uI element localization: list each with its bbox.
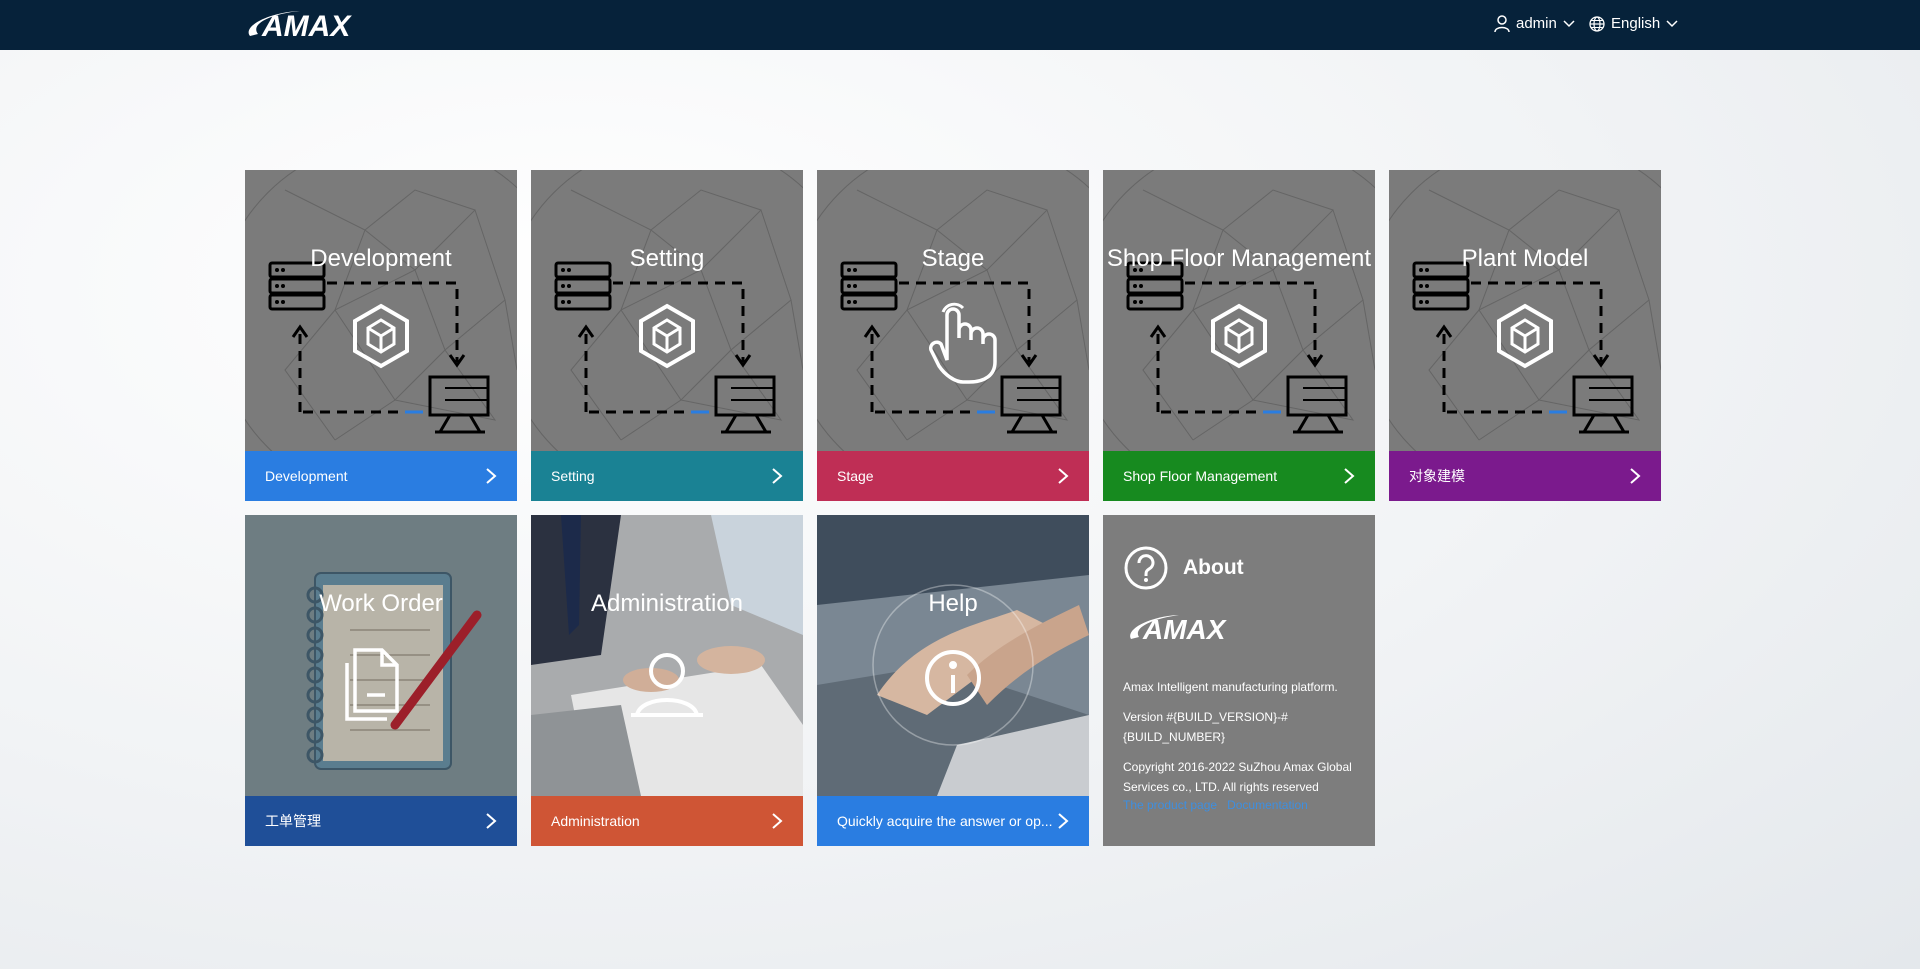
- logo-text: AMAX: [261, 10, 352, 43]
- tile-help[interactable]: Help Quickly acquire the answer or op...: [817, 515, 1089, 846]
- handshake-photo-illustration: [817, 515, 1089, 796]
- tile-footer-label: Administration: [551, 813, 640, 829]
- about-copyright: Copyright 2016-2022 SuZhou Amax Global S…: [1123, 757, 1363, 797]
- tile-title: Help: [928, 590, 978, 617]
- tile-title: Shop Floor Management: [1106, 245, 1372, 272]
- tile-footer-label: 对象建模: [1409, 468, 1465, 484]
- question-circle-icon: [1124, 546, 1168, 590]
- chevron-right-icon: [772, 468, 783, 484]
- flow-diagram-illustration: [531, 170, 803, 451]
- version-line: {BUILD_NUMBER}: [1123, 730, 1226, 744]
- product-page-link[interactable]: The product page: [1123, 798, 1217, 812]
- chevron-right-icon: [486, 813, 497, 829]
- cube-icon: [639, 304, 695, 368]
- chevron-right-icon: [486, 468, 497, 484]
- about-header: About: [1123, 545, 1244, 591]
- copyright-line: Copyright 2016-2022 SuZhou Amax Global: [1123, 760, 1352, 774]
- user-name: admin: [1516, 15, 1557, 32]
- tile-setting[interactable]: Setting Setting: [531, 170, 803, 501]
- tile-footer-link[interactable]: 工单管理: [245, 796, 517, 846]
- copyright-line: Services co., LTD. All rights reserved: [1123, 780, 1319, 794]
- flow-diagram-illustration: [1389, 170, 1661, 451]
- tile-footer-label: Setting: [551, 468, 595, 484]
- tile-title: Administration: [590, 590, 744, 617]
- chevron-down-icon: [1666, 19, 1678, 27]
- office-photo-illustration: [531, 515, 803, 796]
- tile-footer-link[interactable]: Quickly acquire the answer or op...: [817, 796, 1089, 846]
- tile-title: Work Order: [319, 590, 443, 617]
- tile-development[interactable]: Development Development: [245, 170, 517, 501]
- tile-footer-link[interactable]: Stage: [817, 451, 1089, 501]
- tile-footer-link[interactable]: 对象建模: [1389, 451, 1661, 501]
- documentation-link[interactable]: Documentation: [1227, 798, 1308, 812]
- tile-title: Development: [310, 245, 452, 272]
- cube-icon: [353, 304, 409, 368]
- amax-logo: AMAX: [1130, 614, 1228, 645]
- language-label: English: [1611, 15, 1661, 32]
- about-title: About: [1183, 556, 1244, 579]
- tile-work-order[interactable]: Work Order 工单管理: [245, 515, 517, 846]
- tile-title: Plant Model: [1461, 245, 1589, 272]
- tile-footer-label: Quickly acquire the answer or op...: [837, 813, 1053, 829]
- about-panel: About AMAX Amax Intelligent manufacturin…: [1103, 515, 1375, 846]
- chevron-right-icon: [1344, 468, 1355, 484]
- chevron-right-icon: [1058, 468, 1069, 484]
- tile-footer-label: 工单管理: [265, 813, 321, 829]
- tile-administration[interactable]: Administration Administration: [531, 515, 803, 846]
- cube-icon: [1497, 304, 1553, 368]
- about-description: Amax Intelligent manufacturing platform.: [1123, 680, 1338, 694]
- flow-diagram-illustration: [245, 170, 517, 451]
- chevron-right-icon: [1058, 813, 1069, 829]
- tile-footer-link[interactable]: Development: [245, 451, 517, 501]
- tile-footer-label: Development: [265, 468, 348, 484]
- chevron-right-icon: [1630, 468, 1641, 484]
- language-menu[interactable]: English: [1589, 15, 1678, 32]
- tile-footer-label: Stage: [837, 468, 874, 484]
- tile-footer-link[interactable]: Shop Floor Management: [1103, 451, 1375, 501]
- checklist-illustration: [306, 572, 482, 770]
- user-icon: [1494, 15, 1510, 32]
- tile-shop-floor-management[interactable]: Shop Floor Management Shop Floor Managem…: [1103, 170, 1375, 501]
- about-links: The product page Documentation: [1123, 798, 1308, 812]
- hand-pointer-icon: [928, 302, 997, 384]
- chevron-right-icon: [772, 813, 783, 829]
- tile-title: Stage: [921, 245, 985, 272]
- flow-diagram-illustration: [817, 170, 1089, 451]
- tile-stage[interactable]: Stage Stage: [817, 170, 1089, 501]
- top-navigation-bar: AMAX admin English: [0, 0, 1920, 50]
- cube-icon: [1211, 304, 1267, 368]
- flow-diagram-illustration: [1103, 170, 1375, 451]
- tile-footer-link[interactable]: Administration: [531, 796, 803, 846]
- user-menu[interactable]: admin: [1494, 15, 1575, 32]
- tile-title: Setting: [629, 245, 705, 272]
- tile-plant-model[interactable]: Plant Model 对象建模: [1389, 170, 1661, 501]
- tile-footer-link[interactable]: Setting: [531, 451, 803, 501]
- chevron-down-icon: [1563, 19, 1575, 27]
- globe-icon: [1589, 15, 1605, 32]
- version-line: Version #{BUILD_VERSION}-#: [1123, 710, 1288, 724]
- about-logo-text: AMAX: [1142, 614, 1228, 645]
- about-version: Version #{BUILD_VERSION}-# {BUILD_NUMBER…: [1123, 707, 1363, 747]
- amax-logo[interactable]: AMAX: [240, 6, 380, 44]
- tile-footer-label: Shop Floor Management: [1123, 468, 1278, 484]
